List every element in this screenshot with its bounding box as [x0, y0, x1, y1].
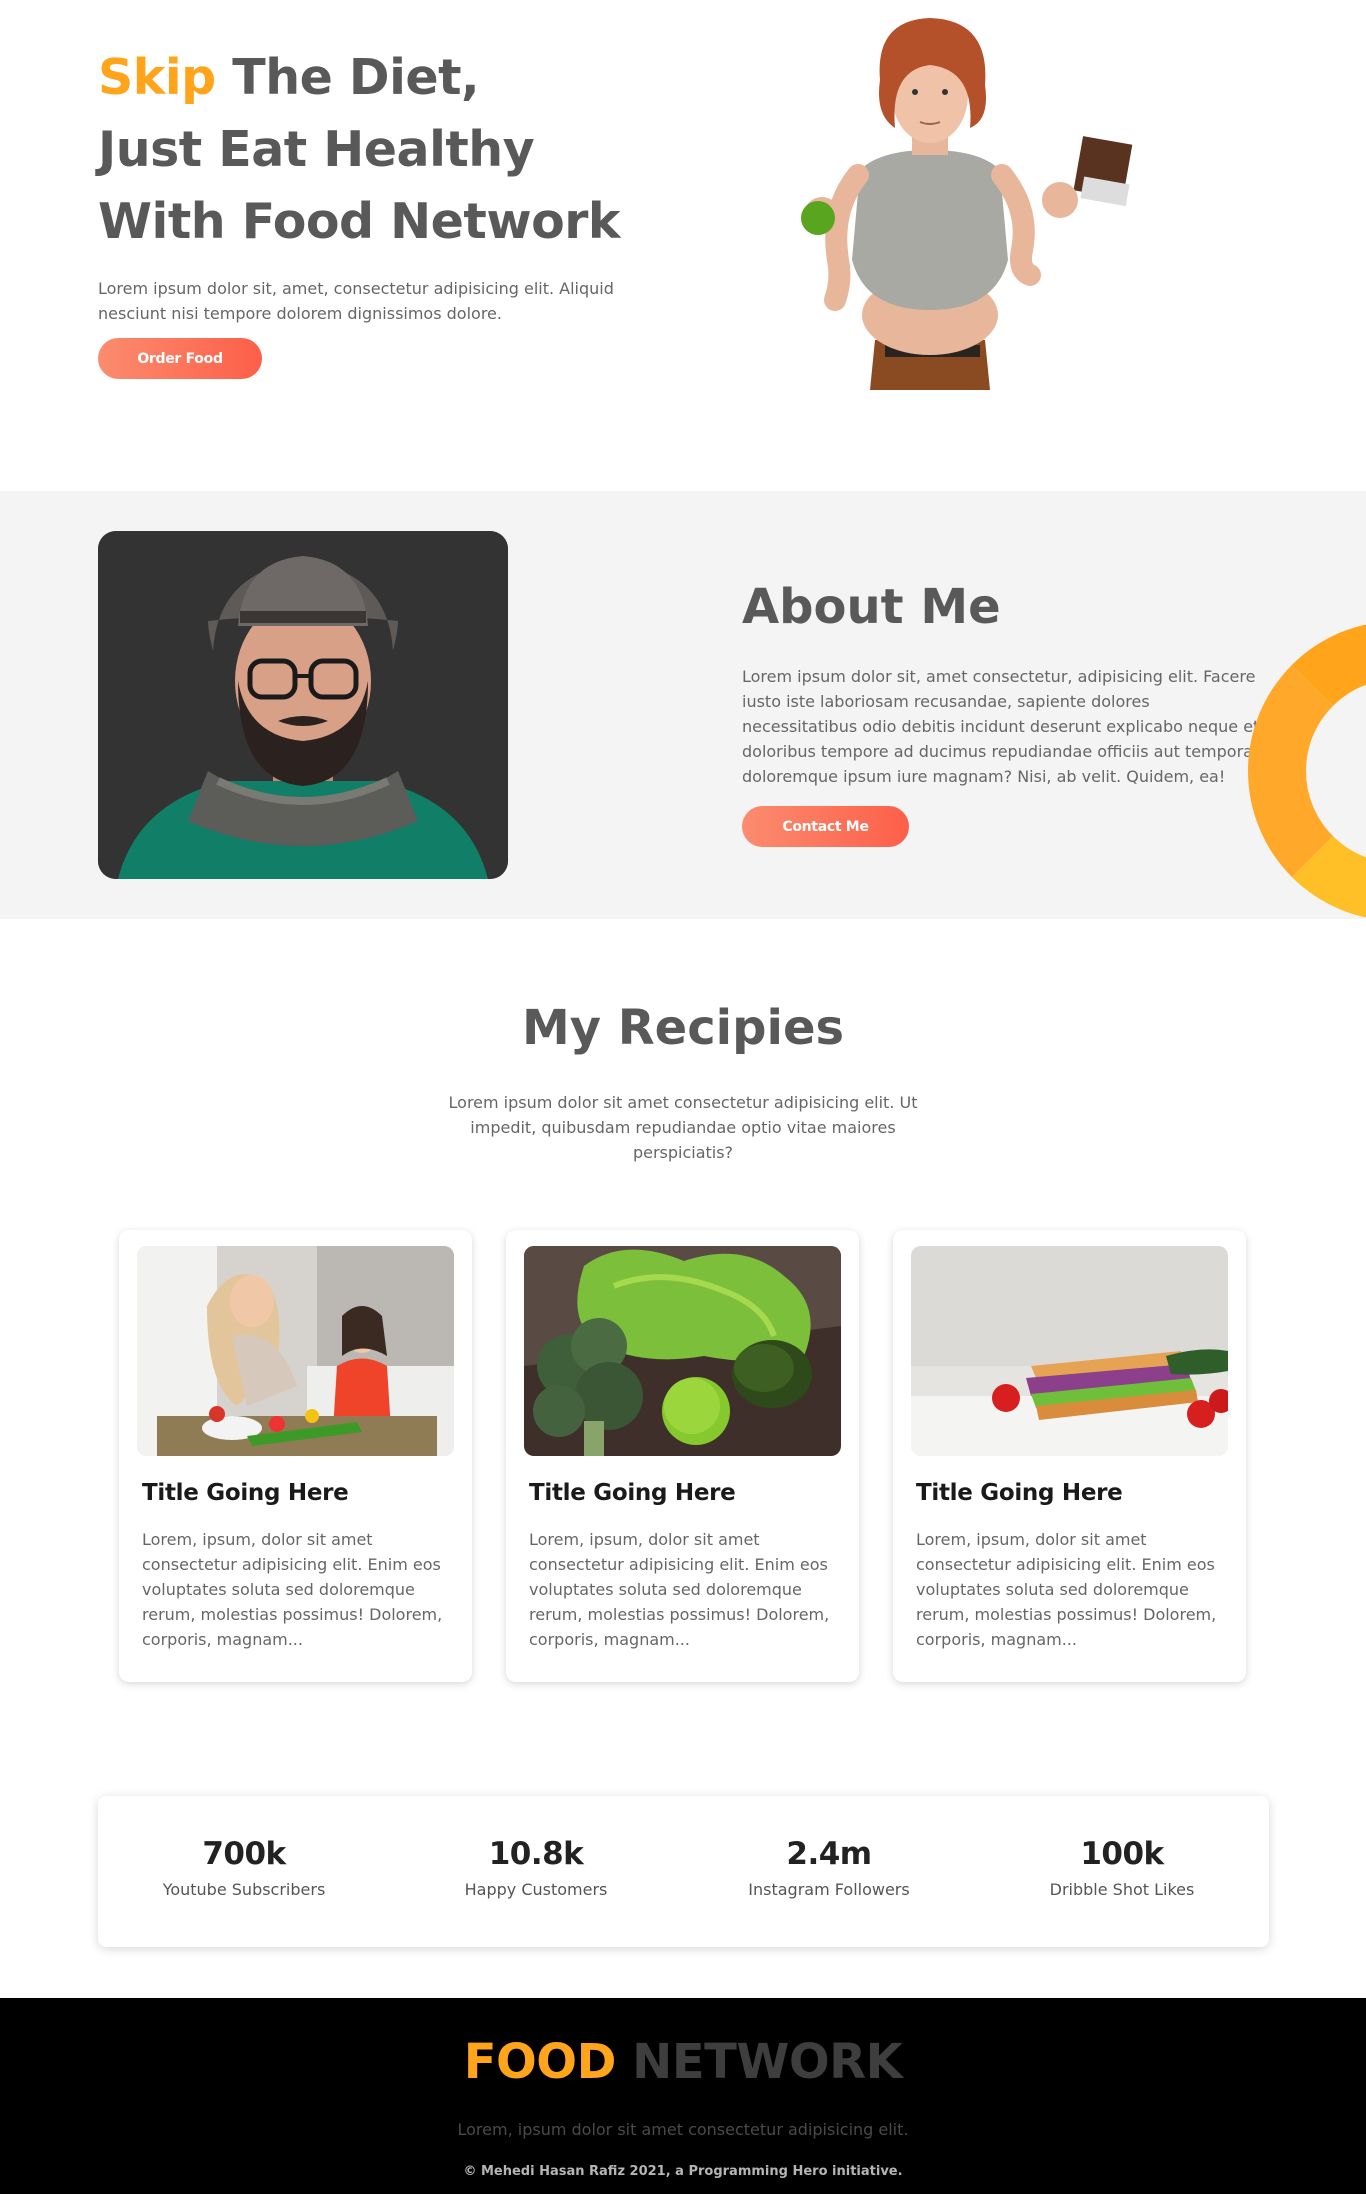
stat-youtube-subscribers: 700k Youtube Subscribers — [98, 1836, 390, 1899]
hero-section: Skip The Diet, Just Eat Healthy With Foo… — [0, 0, 1366, 491]
stat-label: Youtube Subscribers — [162, 1880, 326, 1899]
hero-title-line3: With Food Network — [98, 193, 621, 250]
recipe-card-text: Lorem, ipsum, dolor sit amet consectetur… — [142, 1530, 443, 1649]
order-food-button[interactable]: Order Food — [98, 338, 262, 379]
hero-description: Lorem ipsum dolor sit, amet, consectetur… — [98, 279, 614, 323]
stat-label: Dribble Shot Likes — [1049, 1880, 1195, 1899]
hero-title: Skip The Diet, Just Eat Healthy With Foo… — [98, 42, 621, 258]
stats-panel: 700k Youtube Subscribers 10.8k Happy Cus… — [98, 1796, 1269, 1947]
stat-value: 10.8k — [488, 1836, 584, 1872]
contact-me-button[interactable]: Contact Me — [742, 806, 909, 847]
recipe-card[interactable]: Title Going Here Lorem, ipsum, dolor sit… — [119, 1230, 472, 1682]
hero-title-line1: The Diet, — [215, 49, 480, 106]
about-portrait-image — [98, 531, 508, 879]
hero-title-line2: Just Eat Healthy — [98, 121, 535, 178]
recipe-card-title: Title Going Here — [142, 1480, 349, 1506]
recipes-description: Lorem ipsum dolor sit amet consectetur a… — [448, 1093, 918, 1162]
recipe-card-text: Lorem, ipsum, dolor sit amet consectetur… — [529, 1530, 830, 1649]
stat-value: 100k — [1080, 1836, 1164, 1872]
recipe-card[interactable]: Title Going Here Lorem, ipsum, dolor sit… — [506, 1230, 859, 1682]
stat-instagram-followers: 2.4m Instagram Followers — [683, 1836, 975, 1899]
stat-value: 2.4m — [786, 1836, 872, 1872]
stat-label: Instagram Followers — [748, 1880, 910, 1899]
recipe-image-sandwich — [911, 1246, 1228, 1456]
footer-logo-food: FOOD — [463, 2034, 617, 2090]
stat-value: 700k — [202, 1836, 286, 1872]
footer-description: Lorem, ipsum dolor sit amet consectetur … — [457, 2120, 909, 2139]
stat-happy-customers: 10.8k Happy Customers — [390, 1836, 682, 1899]
decorative-ring — [1248, 621, 1366, 919]
footer-copyright: © Mehedi Hasan Rafiz 2021, a Programming… — [463, 2164, 903, 2179]
recipe-card[interactable]: Title Going Here Lorem, ipsum, dolor sit… — [893, 1230, 1246, 1682]
recipe-card-text: Lorem, ipsum, dolor sit amet consectetur… — [916, 1530, 1217, 1649]
footer-logo[interactable]: FOOD NETWORK — [0, 2034, 1366, 2090]
footer: FOOD NETWORK Lorem, ipsum dolor sit amet… — [0, 1998, 1366, 2194]
about-description: Lorem ipsum dolor sit, amet consectetur,… — [742, 667, 1260, 786]
footer-logo-network: NETWORK — [632, 2034, 903, 2090]
about-title: About Me — [742, 579, 1001, 635]
recipe-card-title: Title Going Here — [916, 1480, 1123, 1506]
recipe-image-vegetables — [524, 1246, 841, 1456]
recipes-title: My Recipies — [521, 1000, 845, 1056]
recipe-card-title: Title Going Here — [529, 1480, 736, 1506]
stat-dribble-shot-likes: 100k Dribble Shot Likes — [976, 1836, 1268, 1899]
hero-title-accent: Skip — [98, 49, 216, 106]
hero-man-image — [801, 18, 1133, 390]
stat-label: Happy Customers — [464, 1880, 608, 1899]
recipe-image-mother-daughter-cooking — [137, 1246, 454, 1456]
about-section: About Me Lorem ipsum dolor sit, amet con… — [0, 491, 1366, 919]
